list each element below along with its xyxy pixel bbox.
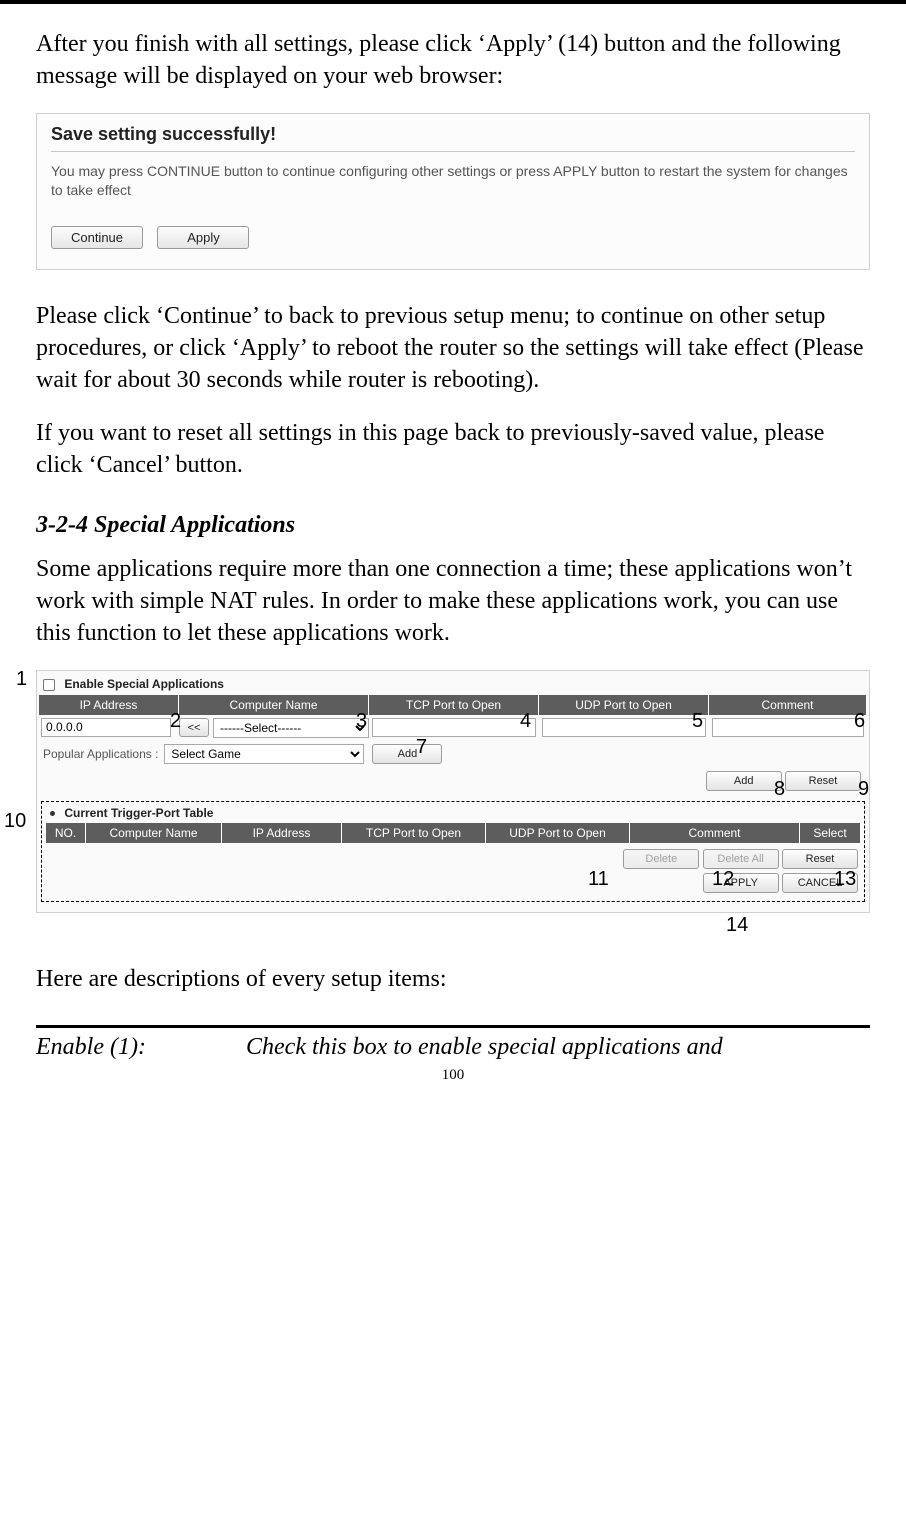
hdr2-comment: Comment (630, 823, 800, 843)
paragraph-intro: After you finish with all settings, plea… (36, 28, 870, 93)
computer-name-select[interactable]: ------Select------ (213, 718, 369, 738)
hdr-cn: Computer Name (179, 695, 369, 715)
hdr2-no: NO. (46, 823, 86, 843)
callout-14: 14 (726, 914, 748, 937)
reset-button[interactable]: Reset (785, 771, 861, 791)
paragraph-cancel: If you want to reset all settings in thi… (36, 417, 870, 482)
callout-12: 12 (712, 868, 734, 891)
paragraph-continue: Please click ‘Continue’ to back to previ… (36, 300, 870, 397)
popular-apps-select[interactable]: Select Game (164, 744, 364, 764)
callout-2: 2 (170, 710, 181, 733)
add-button[interactable]: Add (706, 771, 782, 791)
save-success-desc: You may press CONTINUE button to continu… (51, 162, 855, 200)
hdr2-udp: UDP Port to Open (486, 823, 630, 843)
page-number: 100 (36, 1067, 870, 1084)
divider (51, 151, 855, 152)
input-header-row: IP Address Computer Name TCP Port to Ope… (39, 695, 867, 715)
callout-8: 8 (774, 778, 785, 801)
table-header-row: NO. Computer Name IP Address TCP Port to… (46, 823, 860, 843)
popular-apps-label: Popular Applications : (39, 747, 158, 761)
trigger-port-title: Current Trigger-Port Table (64, 806, 213, 820)
hdr-comment: Comment (709, 695, 867, 715)
delete-all-button[interactable]: Delete All (703, 849, 779, 869)
callout-1: 1 (16, 668, 27, 691)
paragraph-items-intro: Here are descriptions of every setup ite… (36, 963, 870, 995)
callout-7: 7 (416, 736, 427, 759)
hdr2-tcp: TCP Port to Open (342, 823, 486, 843)
definition-desc: Check this box to enable special applica… (246, 1034, 870, 1061)
callout-5: 5 (692, 710, 703, 733)
callout-9: 9 (858, 778, 869, 801)
hdr-udp: UDP Port to Open (539, 695, 709, 715)
callout-11: 11 (588, 868, 609, 891)
callout-6: 6 (854, 710, 865, 733)
popular-add-button[interactable]: Add (372, 744, 442, 764)
definition-term: Enable (1): (36, 1034, 246, 1061)
callout-4: 4 (520, 710, 531, 733)
paragraph-specialapps: Some applications require more than one … (36, 553, 870, 650)
callout-10: 10 (4, 810, 26, 833)
trigger-port-table-box: Current Trigger-Port Table NO. Computer … (41, 801, 865, 902)
left-shift-button[interactable]: << (179, 718, 209, 737)
reset-table-button[interactable]: Reset (782, 849, 858, 869)
apply-button[interactable]: Apply (157, 226, 249, 249)
callout-3: 3 (356, 710, 367, 733)
tcp-port-input[interactable] (372, 718, 536, 737)
hdr2-select: Select (800, 823, 860, 843)
bullet-icon (50, 811, 55, 816)
special-apps-panel: Enable Special Applications IP Address C… (36, 670, 870, 913)
udp-port-input[interactable] (542, 718, 706, 737)
comment-input[interactable] (712, 718, 864, 737)
save-success-title: Save setting successfully! (51, 124, 855, 145)
ip-input[interactable] (41, 718, 171, 737)
section-heading: 3-2-4 Special Applications (36, 512, 870, 539)
hdr-ip: IP Address (39, 695, 179, 715)
enable-label: Enable Special Applications (64, 677, 224, 691)
save-success-panel: Save setting successfully! You may press… (36, 113, 870, 270)
continue-button[interactable]: Continue (51, 226, 143, 249)
hdr-tcp: TCP Port to Open (369, 695, 539, 715)
hdr2-ip: IP Address (222, 823, 342, 843)
delete-button[interactable]: Delete (623, 849, 699, 869)
enable-checkbox[interactable] (43, 679, 55, 691)
footer-rule (36, 1025, 870, 1028)
callout-13: 13 (834, 868, 856, 891)
hdr2-cn: Computer Name (86, 823, 222, 843)
